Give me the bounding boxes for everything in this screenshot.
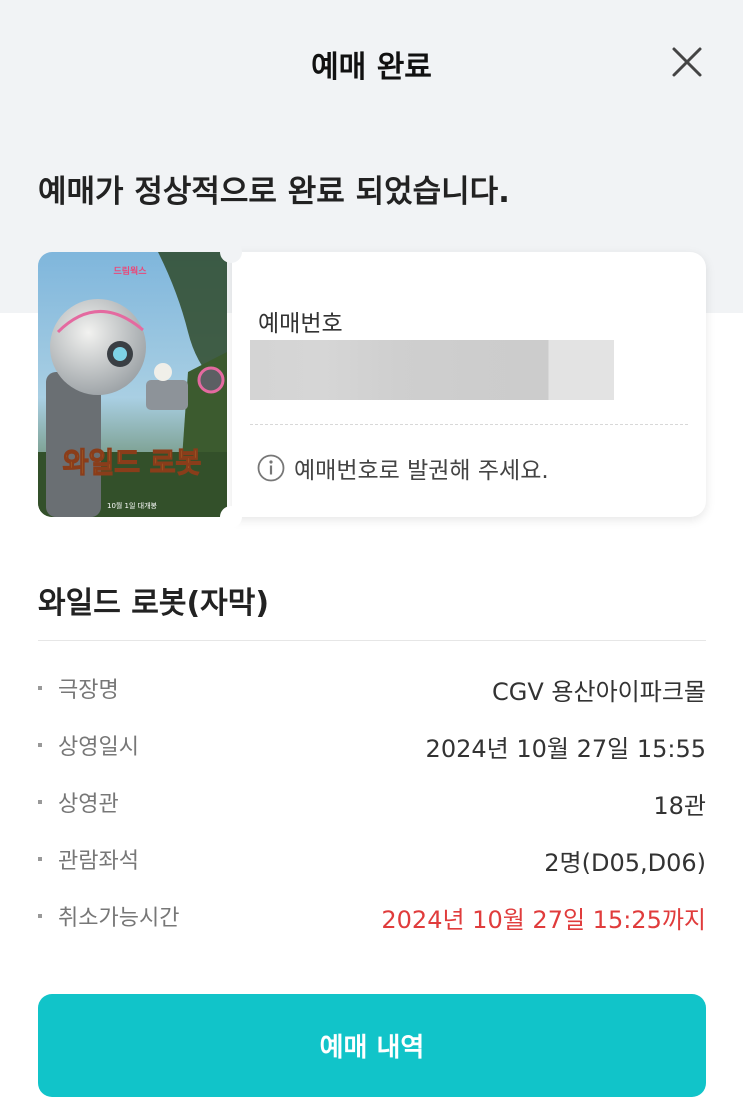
detail-row-cancel-deadline: 취소가능시간 2024년 10월 27일 15:25까지 <box>38 900 706 957</box>
bullet-icon <box>38 800 42 804</box>
detail-value-cancel-deadline: 2024년 10월 27일 15:25까지 <box>381 906 706 934</box>
svg-text:와일드 로봇: 와일드 로봇 <box>63 446 202 479</box>
ticket-notice: 예매번호로 발권해 주세요. <box>256 451 549 485</box>
svg-text:드림웍스: 드림웍스 <box>113 265 147 277</box>
detail-key-cancel-deadline: 취소가능시간 <box>58 906 180 931</box>
svg-text:10월 1일 대개봉: 10월 1일 대개봉 <box>107 501 158 510</box>
ticket-notch-bottom <box>220 506 242 528</box>
detail-row-screen: 상영관 18관 <box>38 786 706 843</box>
detail-value-screen: 18관 <box>653 792 706 820</box>
detail-row-showtime: 상영일시 2024년 10월 27일 15:55 <box>38 729 706 786</box>
reservation-number-label: 예매번호 <box>258 311 343 337</box>
detail-key-seats: 관람좌석 <box>58 849 139 874</box>
bullet-icon <box>38 686 42 690</box>
detail-value-seats: 2명(D05,D06) <box>544 849 706 877</box>
detail-key-screen: 상영관 <box>58 792 119 817</box>
reservation-number-masked <box>250 340 614 400</box>
bullet-icon <box>38 914 42 918</box>
ticket-card: 예매번호 예매번호로 발권해 주세요. <box>232 252 706 517</box>
poster-image: 드림웍스 와일드 로봇 10월 1일 대개봉 <box>38 252 227 517</box>
movie-poster: 드림웍스 와일드 로봇 10월 1일 대개봉 <box>38 252 227 517</box>
page-title: 예매 완료 <box>311 50 432 85</box>
close-icon <box>672 47 702 77</box>
ticket-notice-text: 예매번호로 발권해 주세요. <box>294 458 549 484</box>
bullet-icon <box>38 743 42 747</box>
detail-key-showtime: 상영일시 <box>58 735 139 760</box>
detail-value-theater: CGV 용산아이파크몰 <box>492 678 706 706</box>
section-divider <box>38 640 706 641</box>
bullet-icon <box>38 857 42 861</box>
booking-history-button[interactable]: 예매 내역 <box>38 994 706 1097</box>
confirmation-message: 예매가 정상적으로 완료 되었습니다. <box>38 174 510 210</box>
ticket-notch-top <box>220 241 242 263</box>
card-divider <box>250 424 688 425</box>
detail-row-seats: 관람좌석 2명(D05,D06) <box>38 843 706 900</box>
movie-title: 와일드 로봇(자막) <box>38 586 270 621</box>
close-button[interactable] <box>669 44 705 80</box>
detail-key-theater: 극장명 <box>58 678 119 703</box>
header: 예매 완료 <box>0 0 743 120</box>
booking-details: 극장명 CGV 용산아이파크몰 상영일시 2024년 10월 27일 15:55… <box>38 672 706 957</box>
info-icon <box>257 454 285 482</box>
detail-value-showtime: 2024년 10월 27일 15:55 <box>425 735 706 763</box>
detail-row-theater: 극장명 CGV 용산아이파크몰 <box>38 672 706 729</box>
